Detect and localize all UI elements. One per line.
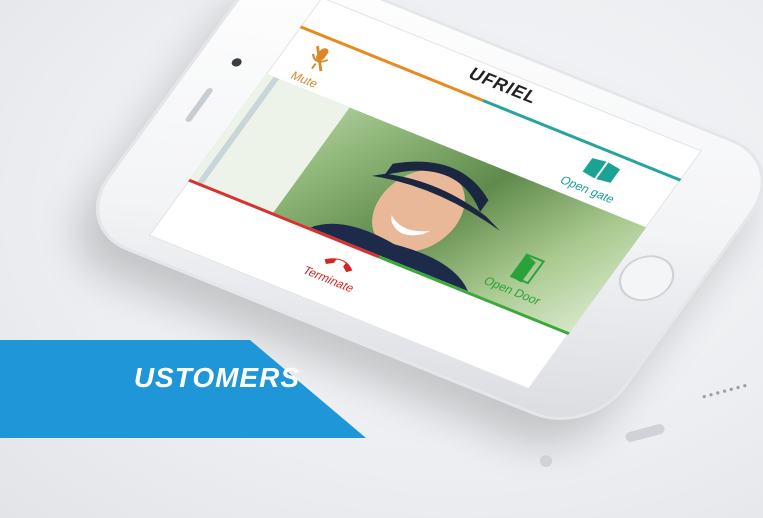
intercom-screen: UFRIEL Mute Open gate Terminate Open Doo…	[148, 0, 703, 390]
earpiece-speaker	[184, 87, 215, 123]
front-camera	[229, 56, 244, 68]
terminate-button[interactable]: Terminate	[300, 247, 369, 295]
banner-text: USTOMERS	[133, 362, 300, 393]
headphone-jack	[540, 455, 552, 467]
